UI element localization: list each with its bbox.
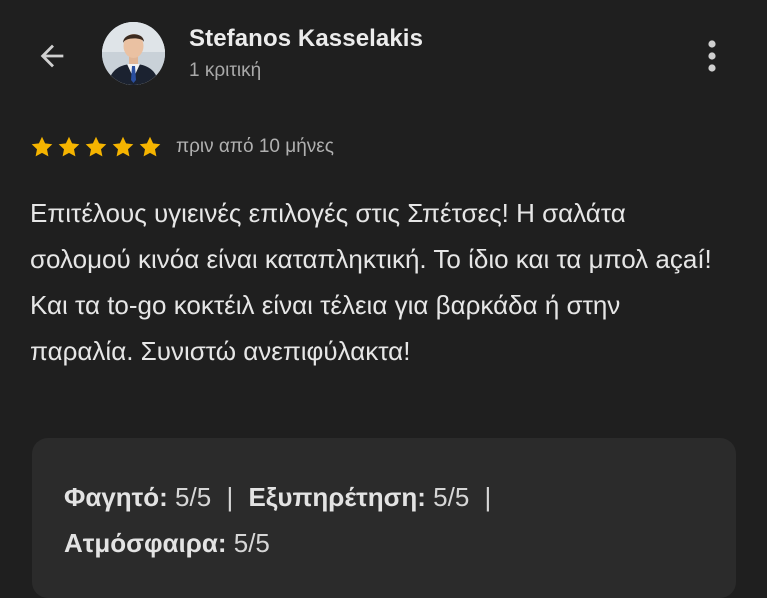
arrow-left-icon bbox=[40, 44, 64, 68]
review-time: πριν από 10 μήνες bbox=[176, 136, 334, 157]
review-header: Stefanos Kasselakis 1 κριτική bbox=[0, 0, 767, 110]
back-button[interactable] bbox=[30, 34, 74, 78]
atmosphere-value: 5/5 bbox=[233, 528, 270, 558]
food-value: 5/5 bbox=[175, 482, 212, 512]
separator: | bbox=[226, 482, 234, 512]
review-count: 1 κριτική bbox=[189, 60, 262, 81]
user-name[interactable]: Stefanos Kasselakis bbox=[189, 25, 423, 53]
ratings-text: Φαγητό: 5/5 | Εξυπηρέτηση: 5/5 | Ατμόσφα… bbox=[64, 474, 534, 566]
star-icon bbox=[139, 136, 161, 157]
star-icon bbox=[112, 136, 134, 157]
star-rating bbox=[30, 135, 162, 159]
star-icon bbox=[31, 136, 53, 157]
review-text: Επιτέλους υγιεινές επιλογές στις Σπέτσες… bbox=[30, 198, 712, 366]
more-options-button[interactable] bbox=[694, 36, 730, 76]
avatar[interactable] bbox=[102, 22, 165, 85]
separator: | bbox=[484, 482, 492, 512]
service-label: Εξυπηρέτηση: bbox=[248, 482, 426, 512]
service-value: 5/5 bbox=[433, 482, 470, 512]
star-icon bbox=[58, 136, 80, 157]
atmosphere-label: Ατμόσφαιρα: bbox=[64, 528, 227, 558]
profile-photo bbox=[102, 22, 165, 85]
star-icon bbox=[85, 136, 107, 157]
more-vertical-icon bbox=[708, 40, 716, 72]
rating-row: πριν από 10 μήνες bbox=[30, 130, 334, 164]
ratings-breakdown: Φαγητό: 5/5 | Εξυπηρέτηση: 5/5 | Ατμόσφα… bbox=[32, 438, 736, 598]
food-label: Φαγητό: bbox=[64, 482, 168, 512]
